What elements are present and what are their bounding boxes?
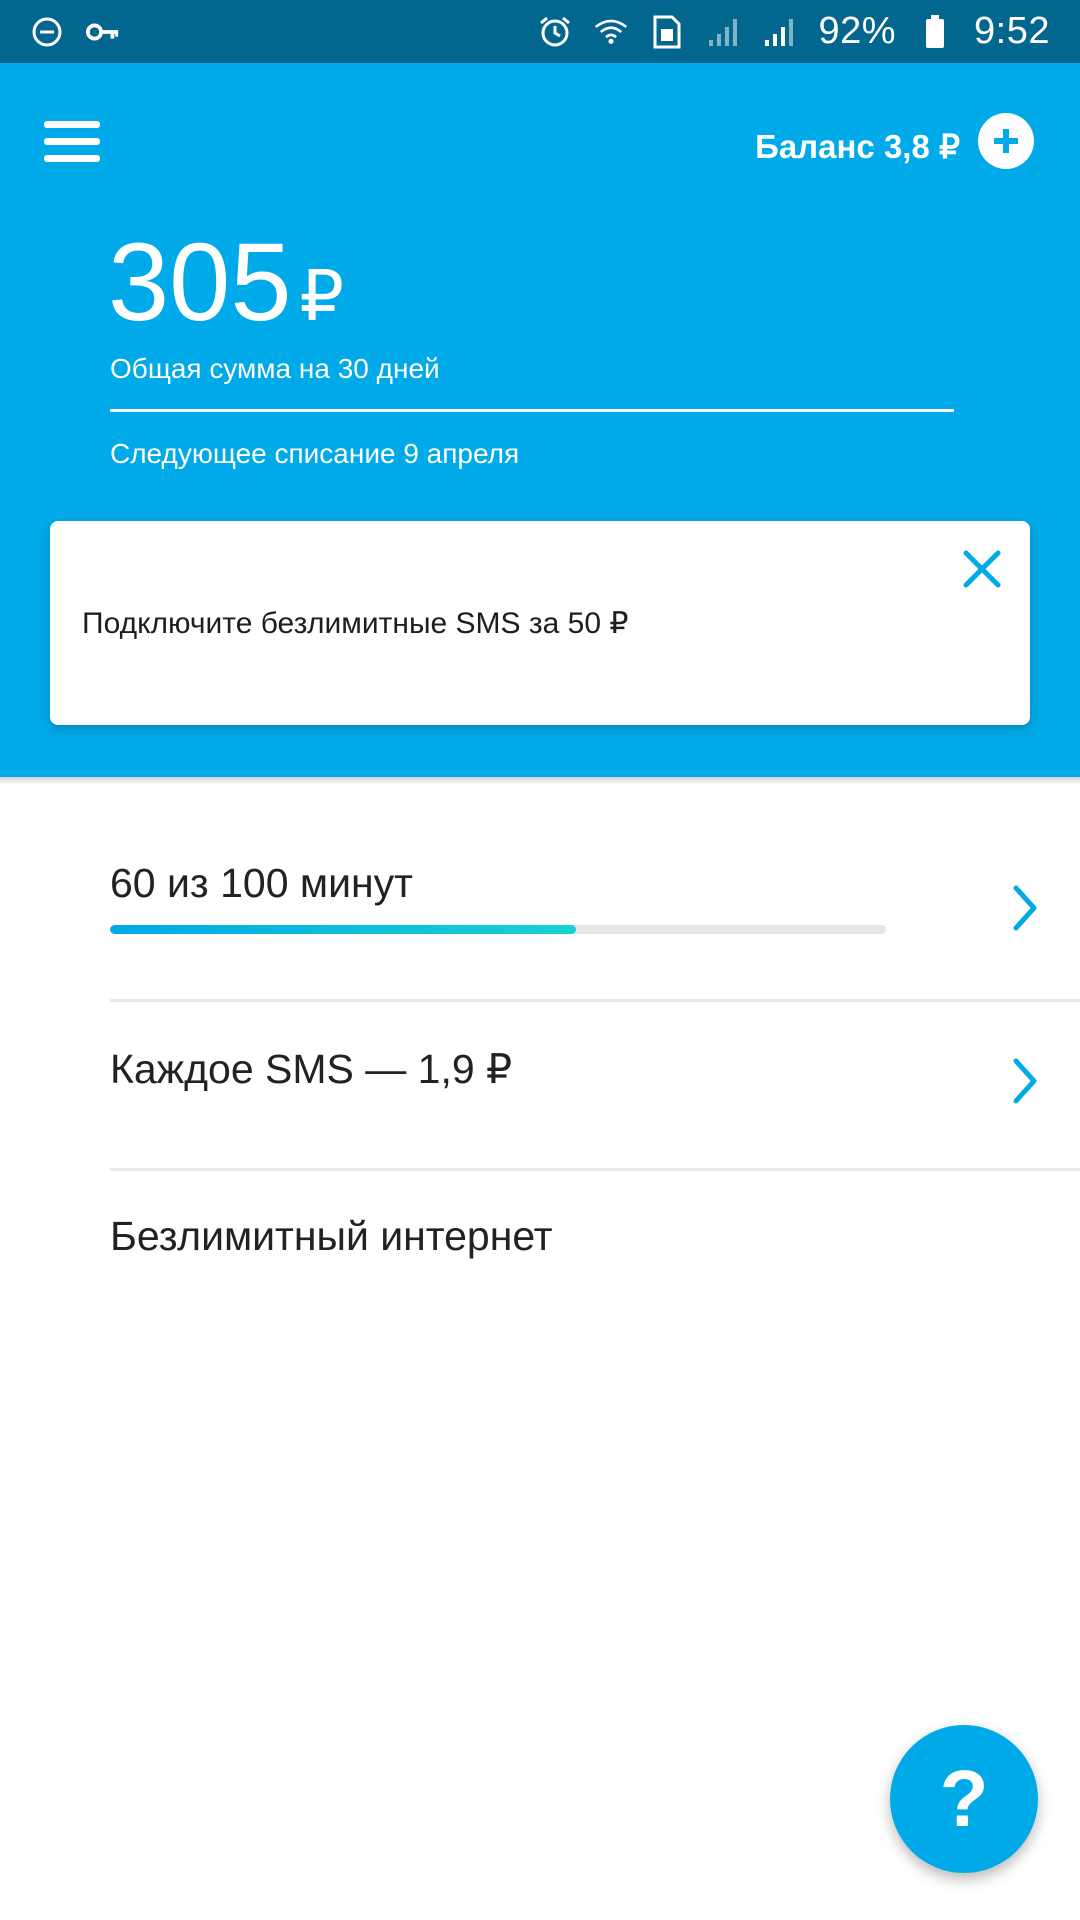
chevron-right-icon (1013, 1058, 1037, 1104)
sms-title: Каждое SMS — 1,9 ₽ (110, 1046, 513, 1092)
list-item-internet: Безлимитный интернет (110, 1213, 1080, 1293)
sim-icon (650, 15, 684, 49)
monthly-amount: 305 ₽ (108, 228, 344, 338)
signal-icon (706, 15, 740, 49)
chevron-right-icon (1013, 885, 1037, 931)
signal-icon (762, 15, 796, 49)
alarm-icon (538, 15, 572, 49)
internet-title: Безлимитный интернет (110, 1213, 553, 1259)
minutes-progress-fill (110, 925, 576, 934)
amount-value: 305 (108, 221, 292, 344)
list-item-sms[interactable]: Каждое SMS — 1,9 ₽ (110, 1045, 1080, 1155)
next-charge-date: Следующее списание 9 апреля (110, 438, 520, 469)
promo-card[interactable]: Подключите безлимитные SMS за 50 ₽ (50, 521, 1030, 725)
header-divider (110, 409, 954, 412)
list-divider (110, 1168, 1080, 1171)
help-button[interactable]: ? (890, 1725, 1038, 1873)
wifi-icon (594, 15, 628, 49)
status-bar: 92% 9:52 (0, 0, 1080, 63)
minutes-title: 60 из 100 минут (110, 860, 413, 906)
list-item-minutes[interactable]: 60 из 100 минут (110, 860, 1080, 970)
minutes-progress-bar (110, 925, 886, 934)
close-icon[interactable] (960, 547, 1004, 591)
currency-sign: ₽ (299, 257, 345, 335)
clock: 9:52 (974, 10, 1050, 52)
list-divider (110, 999, 1080, 1002)
tariff-header: Баланс 3,8 ₽ 305 ₽ Общая сумма на 30 дне… (0, 63, 1080, 785)
amount-caption: Общая сумма на 30 дней (110, 353, 440, 384)
battery-icon (918, 14, 952, 49)
key-icon (86, 15, 120, 49)
add-funds-button[interactable] (978, 113, 1034, 169)
menu-icon[interactable] (44, 113, 100, 169)
status-bar-right: 92% 9:52 (538, 10, 1050, 53)
balance-label[interactable]: Баланс 3,8 ₽ (755, 118, 960, 174)
promo-text: Подключите безлимитные SMS за 50 ₽ (82, 607, 629, 640)
status-bar-left (30, 15, 120, 49)
plus-icon (994, 129, 1018, 153)
do-not-disturb-icon (30, 15, 64, 49)
battery-percent: 92% (818, 10, 897, 52)
